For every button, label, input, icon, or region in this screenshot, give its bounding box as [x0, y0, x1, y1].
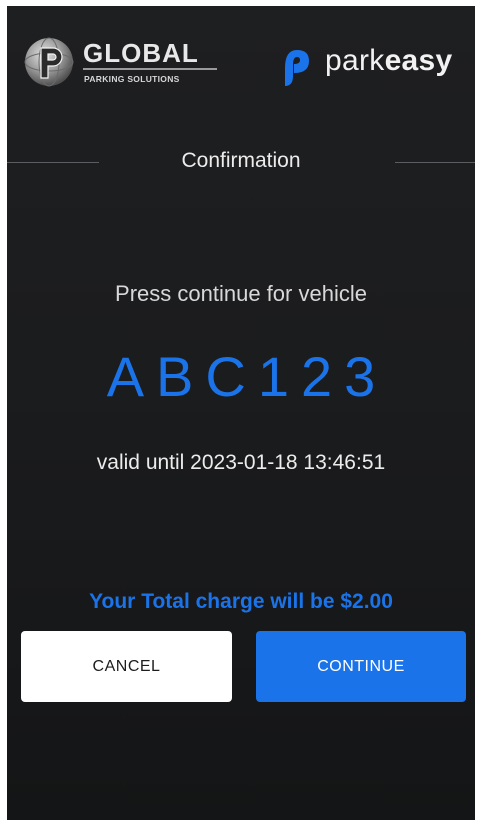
parkeasy-p-icon: [285, 50, 309, 86]
parkeasy-wordmark-light: park: [325, 44, 385, 77]
global-parking-logo: GLOBAL PARKING SOLUTIONS: [23, 36, 223, 90]
cancel-button[interactable]: CANCEL: [21, 631, 232, 702]
confirmation-screen: GLOBAL PARKING SOLUTIONS parkeasy Confir…: [7, 6, 475, 820]
global-logo-tagline: PARKING SOLUTIONS: [84, 74, 180, 84]
parkeasy-wordmark: parkeasy: [325, 44, 453, 78]
continue-button[interactable]: CONTINUE: [256, 631, 466, 702]
parkeasy-logo: parkeasy: [277, 44, 473, 88]
continue-button-label: CONTINUE: [317, 657, 405, 675]
valid-until-text: valid until 2023-01-18 13:46:51: [96, 451, 386, 474]
cancel-button-label: CANCEL: [92, 657, 161, 675]
globe-p-emblem-icon: [24, 37, 74, 87]
vehicle-prompt: Press continue for vehicle: [115, 281, 367, 306]
global-logo-underline: [83, 68, 217, 70]
page-title: Confirmation: [181, 149, 301, 172]
license-plate: ABC123: [106, 345, 388, 408]
total-charge: Your Total charge will be $2.00: [89, 590, 393, 613]
global-logo-name: GLOBAL: [83, 38, 199, 68]
parkeasy-wordmark-bold: easy: [384, 44, 453, 77]
